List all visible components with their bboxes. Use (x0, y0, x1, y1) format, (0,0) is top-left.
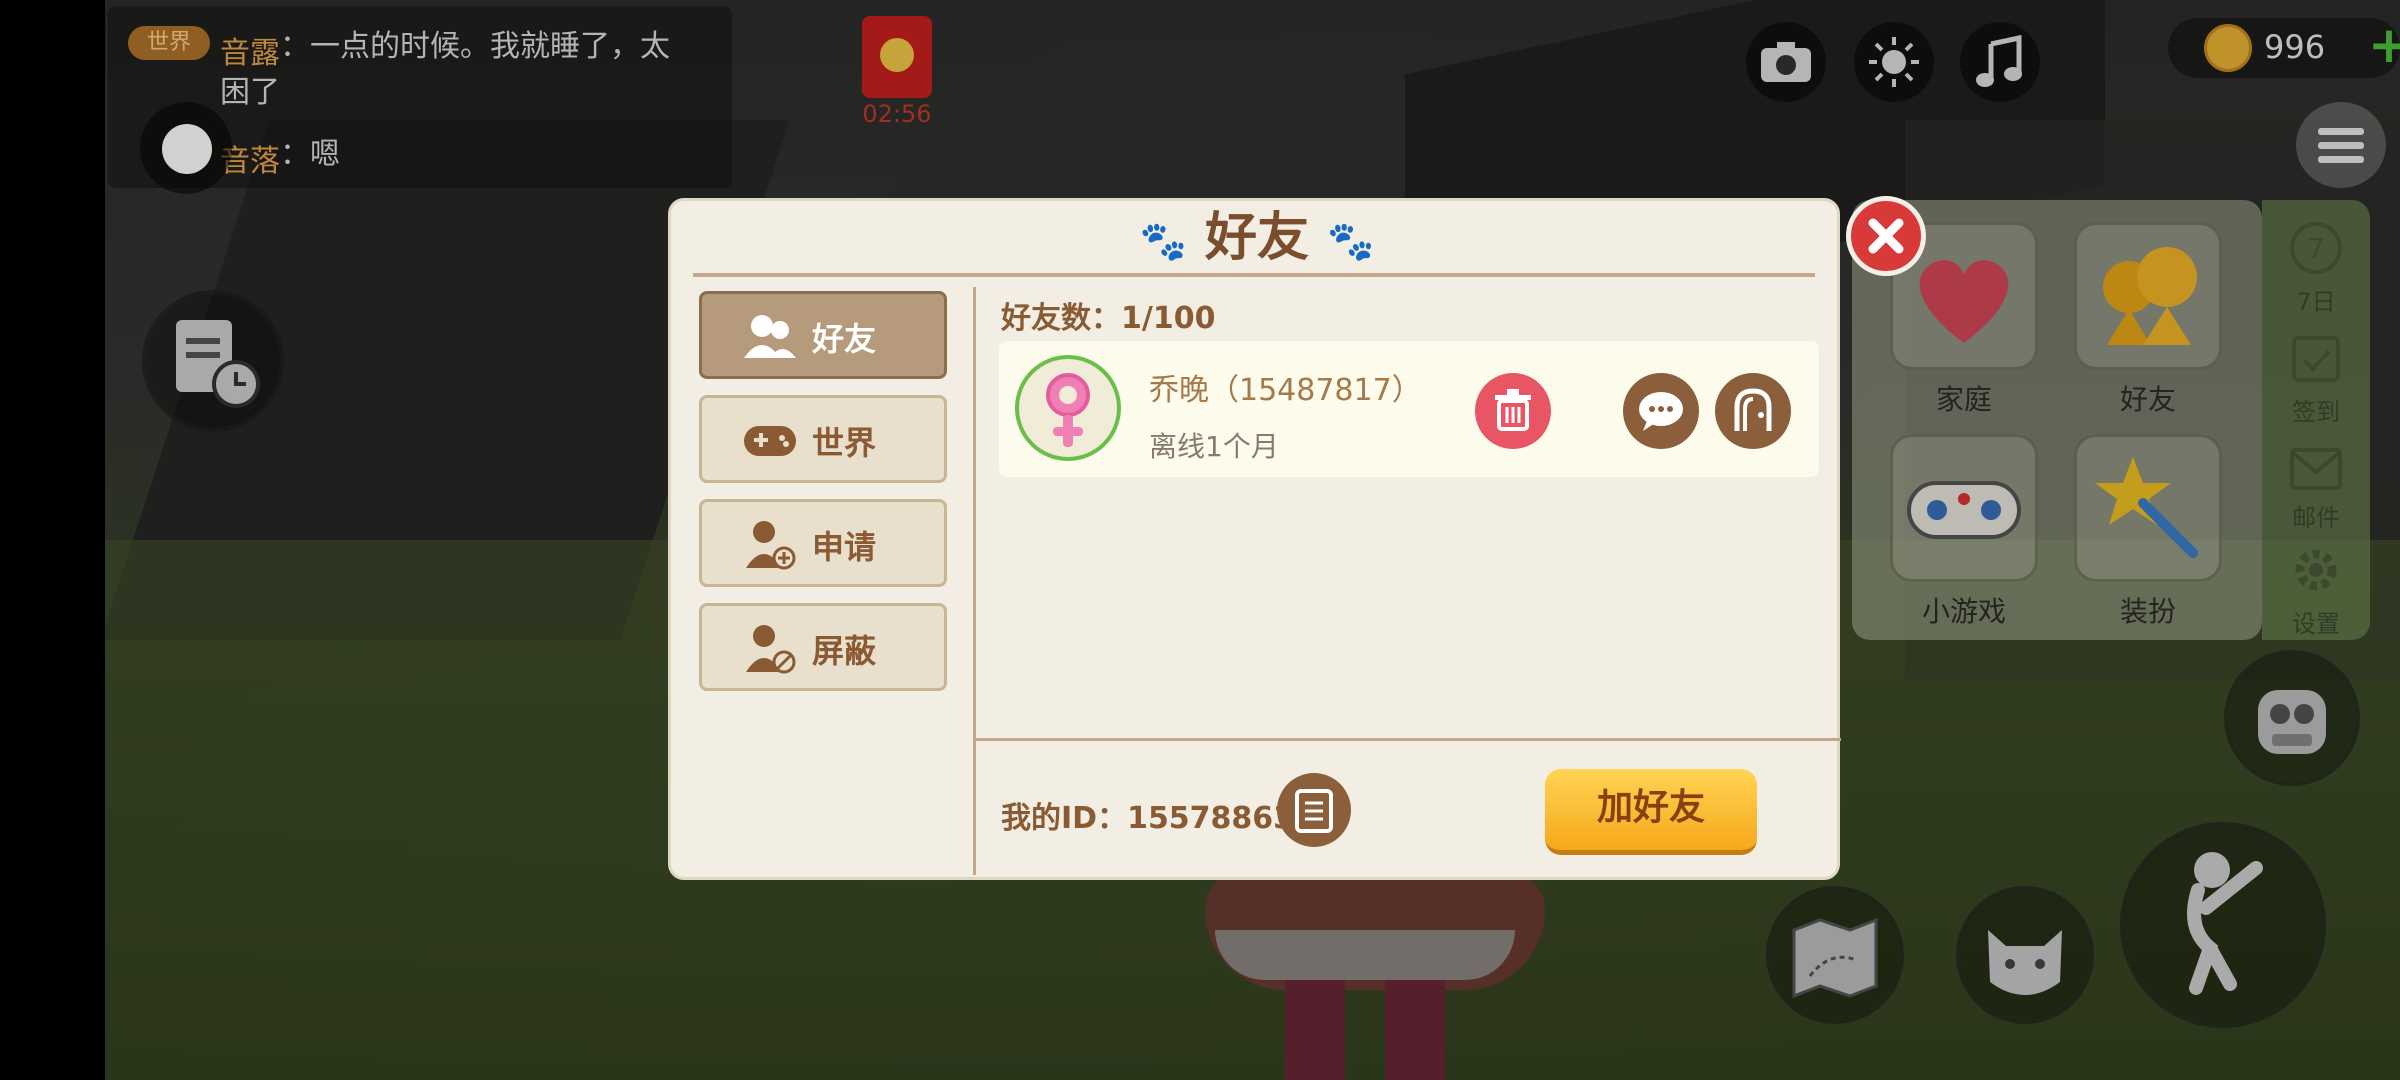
paw-icon: 🐾 (1139, 219, 1187, 263)
tab-friends-label: 好友 (812, 320, 877, 358)
female-gender-icon (1046, 373, 1090, 447)
tab-blocked-label: 屏蔽 (812, 632, 877, 670)
gamepad-icon (744, 426, 796, 456)
paw-icon: 🐾 (1327, 219, 1375, 263)
door-icon (1734, 388, 1772, 431)
block-person-icon (746, 625, 796, 674)
dialog-title: 好友 (1204, 208, 1309, 268)
chat-with-friend-button[interactable] (1623, 373, 1699, 449)
tab-world[interactable]: 世界 (699, 395, 947, 483)
friend-list-item[interactable]: 乔晚（15487817） 离线1个月 (999, 341, 1819, 477)
friend-name: 乔晚（15487817） (1149, 373, 1422, 408)
friends-icon (744, 315, 796, 358)
friend-online-status: 离线1个月 (1149, 430, 1279, 463)
tab-friends[interactable]: 好友 (699, 291, 947, 379)
friends-dialog: 🐾 好友 🐾 好友 世界 申请 屏蔽 好友数：1/100 乔晚（15487817… (668, 198, 1843, 880)
visit-friend-button[interactable] (1715, 373, 1791, 449)
copy-document-icon (1295, 789, 1333, 833)
footer-divider (975, 738, 1841, 741)
chat-bubble-icon (1639, 392, 1683, 431)
tab-requests[interactable]: 申请 (699, 499, 947, 587)
close-icon (1868, 218, 1904, 254)
delete-friend-button[interactable] (1475, 373, 1551, 449)
copy-id-button[interactable] (1277, 773, 1351, 847)
friend-count: 好友数：1/100 (1001, 301, 1216, 336)
dialog-title-bar: 🐾 好友 🐾 (671, 201, 1843, 275)
tab-blocked[interactable]: 屏蔽 (699, 603, 947, 691)
my-player-id: 我的ID：15578863 (1001, 801, 1295, 836)
close-dialog-button[interactable] (1846, 196, 1926, 276)
add-friend-button[interactable]: 加好友 (1545, 769, 1757, 855)
tab-world-label: 世界 (812, 424, 877, 462)
tab-requests-label: 申请 (812, 528, 877, 566)
friend-avatar[interactable] (1015, 355, 1121, 461)
sidebar-divider (973, 287, 976, 875)
trash-icon (1495, 389, 1531, 431)
title-divider (693, 273, 1815, 277)
add-person-icon (746, 521, 796, 570)
